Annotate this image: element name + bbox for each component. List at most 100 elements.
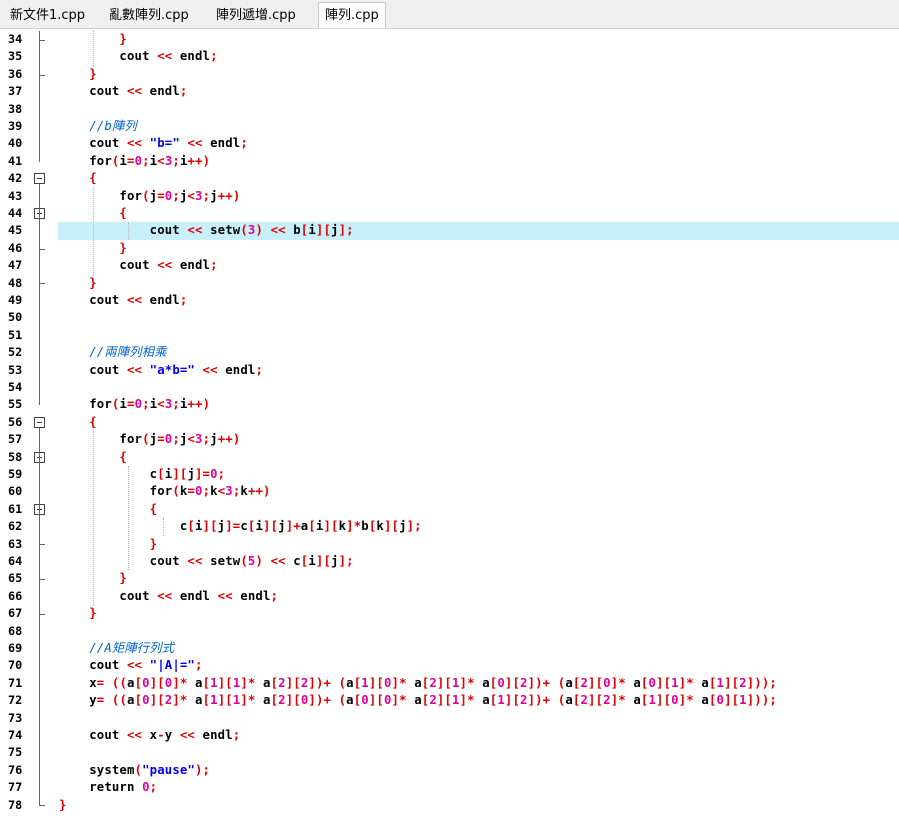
code-text[interactable]: } xyxy=(59,797,67,814)
fold-end-tick xyxy=(39,613,45,615)
line-number: 45 xyxy=(8,223,23,238)
code-text[interactable]: cout << "|A|="; xyxy=(59,657,203,674)
code-line[interactable]: 50 xyxy=(0,309,899,326)
line-number: 71 xyxy=(8,675,23,690)
fold-toggle-icon[interactable] xyxy=(34,416,45,428)
code-text[interactable]: } xyxy=(59,605,97,622)
code-line[interactable]: 68 xyxy=(0,623,899,640)
code-text[interactable]: cout << setw(3) << b[i][j]; xyxy=(59,222,354,239)
code-line[interactable]: 58 { xyxy=(0,449,899,466)
code-text[interactable]: cout << endl << endl; xyxy=(59,588,278,605)
code-line[interactable]: 59 c[i][j]=0; xyxy=(0,466,899,483)
code-text[interactable]: } xyxy=(59,536,157,553)
code-text[interactable]: cout << endl; xyxy=(59,83,187,100)
code-line[interactable]: 65 } xyxy=(0,570,899,587)
code-text[interactable]: for(j=0;j<3;j++) xyxy=(59,431,240,448)
code-text[interactable]: //b陣列 xyxy=(59,118,137,135)
code-line[interactable]: 60 for(k=0;k<3;k++) xyxy=(0,483,899,500)
code-text[interactable]: cout << "b=" << endl; xyxy=(59,135,248,152)
code-text[interactable]: cout << endl; xyxy=(59,48,218,65)
code-text[interactable]: { xyxy=(59,170,97,187)
code-editor[interactable]: 34 } 35 cout << endl; 36 } 37 cout << endl;… xyxy=(0,29,899,824)
code-line[interactable]: 54 xyxy=(0,379,899,396)
code-text[interactable]: c[i][j]=c[i][j]+a[i][k]*b[k][j]; xyxy=(59,518,422,535)
tab-array-increment[interactable]: 陣列遞增.cpp xyxy=(210,4,302,27)
fold-toggle-icon[interactable] xyxy=(34,173,45,185)
code-line[interactable]: 72 y= ((a[0][2]* a[1][1]* a[2][0])+ (a[0… xyxy=(0,692,899,709)
line-number: 51 xyxy=(8,327,23,342)
code-line[interactable]: 77 return 0; xyxy=(0,779,899,796)
code-text[interactable]: for(k=0;k<3;k++) xyxy=(59,483,271,500)
code-line[interactable]: 45 cout << setw(3) << b[i][j]; xyxy=(0,222,899,239)
code-text[interactable]: cout << "a*b=" << endl; xyxy=(59,362,263,379)
code-line[interactable]: 57 for(j=0;j<3;j++) xyxy=(0,431,899,448)
fold-guide-line xyxy=(39,31,40,162)
code-line[interactable]: 62 c[i][j]=c[i][j]+a[i][k]*b[k][j]; xyxy=(0,518,899,535)
line-number: 63 xyxy=(8,536,23,551)
code-line[interactable]: 43 for(j=0;j<3;j++) xyxy=(0,188,899,205)
code-line[interactable]: 51 xyxy=(0,327,899,344)
tab-array-active[interactable]: 陣列.cpp xyxy=(318,2,386,28)
code-text[interactable]: //A矩陣行列式 xyxy=(59,640,174,657)
code-line[interactable]: 73 xyxy=(0,710,899,727)
code-text[interactable]: cout << endl; xyxy=(59,292,187,309)
code-line[interactable]: 48 } xyxy=(0,275,899,292)
code-text[interactable]: cout << endl; xyxy=(59,257,218,274)
code-line[interactable]: 71 x= ((a[0][0]* a[1][1]* a[2][2])+ (a[1… xyxy=(0,675,899,692)
code-line[interactable]: 41 for(i=0;i<3;i++) xyxy=(0,153,899,170)
code-line[interactable]: 52 //兩陣列相乘 xyxy=(0,344,899,361)
code-line[interactable]: 42 { xyxy=(0,170,899,187)
indent-guide xyxy=(93,431,94,606)
line-number: 64 xyxy=(8,554,23,568)
code-text[interactable]: x= ((a[0][0]* a[1][1]* a[2][2])+ (a[1][0… xyxy=(59,675,777,692)
code-line[interactable]: 74 cout << x-y << endl; xyxy=(0,727,899,744)
code-line[interactable]: 66 cout << endl << endl; xyxy=(0,588,899,605)
code-line[interactable]: 37 cout << endl; xyxy=(0,83,899,100)
code-line[interactable]: 56 { xyxy=(0,414,899,431)
code-text[interactable]: { xyxy=(59,414,97,431)
code-line[interactable]: 76 system("pause"); xyxy=(0,762,899,779)
code-text[interactable]: { xyxy=(59,501,157,518)
code-text[interactable]: //兩陣列相乘 xyxy=(59,344,167,361)
code-line[interactable]: 70 cout << "|A|="; xyxy=(0,657,899,674)
code-text[interactable]: system("pause"); xyxy=(59,762,210,779)
code-text[interactable]: for(j=0;j<3;j++) xyxy=(59,188,240,205)
code-text[interactable]: } xyxy=(59,66,97,83)
code-line[interactable]: 44 { xyxy=(0,205,899,222)
code-line[interactable]: 38 xyxy=(0,101,899,118)
code-line[interactable]: 78} xyxy=(0,797,899,814)
code-line[interactable]: 61 { xyxy=(0,501,899,518)
code-line[interactable]: 69 //A矩陣行列式 xyxy=(0,640,899,657)
code-line[interactable]: 40 cout << "b=" << endl; xyxy=(0,135,899,152)
code-line[interactable]: 64 cout << setw(5) << c[i][j]; xyxy=(0,553,899,570)
indent-guide xyxy=(93,187,94,275)
code-line[interactable]: 47 cout << endl; xyxy=(0,257,899,274)
code-line[interactable]: 67 } xyxy=(0,605,899,622)
line-number: 50 xyxy=(8,310,23,325)
code-line[interactable]: 46 } xyxy=(0,240,899,257)
code-text[interactable]: for(i=0;i<3;i++) xyxy=(59,153,210,170)
code-text[interactable]: for(i=0;i<3;i++) xyxy=(59,396,210,413)
code-line[interactable]: 35 cout << endl; xyxy=(0,48,899,65)
code-text[interactable]: } xyxy=(59,275,97,292)
code-line[interactable]: 39 //b陣列 xyxy=(0,118,899,135)
line-number: 48 xyxy=(8,275,23,290)
code-line[interactable]: 49 cout << endl; xyxy=(0,292,899,309)
tab-new-file-1[interactable]: 新文件1.cpp xyxy=(4,4,91,27)
code-text[interactable]: c[i][j]=0; xyxy=(59,466,225,483)
line-number: 67 xyxy=(8,606,23,621)
code-text[interactable]: cout << x-y << endl; xyxy=(59,727,240,744)
code-text[interactable]: return 0; xyxy=(59,779,157,796)
code-line[interactable]: 63 } xyxy=(0,536,899,553)
code-line[interactable]: 55 for(i=0;i<3;i++) xyxy=(0,396,899,413)
line-number: 66 xyxy=(8,588,23,603)
code-line[interactable]: 36 } xyxy=(0,66,899,83)
code-text[interactable]: cout << setw(5) << c[i][j]; xyxy=(59,553,354,570)
code-line[interactable]: 75 xyxy=(0,744,899,761)
tab-random-array[interactable]: 亂數陣列.cpp xyxy=(103,4,195,27)
code-line[interactable]: 34 } xyxy=(0,31,899,48)
code-text[interactable]: y= ((a[0][2]* a[1][1]* a[2][0])+ (a[0][0… xyxy=(59,692,777,709)
indent-guide xyxy=(128,222,129,240)
line-number: 38 xyxy=(8,101,23,116)
code-line[interactable]: 53 cout << "a*b=" << endl; xyxy=(0,362,899,379)
